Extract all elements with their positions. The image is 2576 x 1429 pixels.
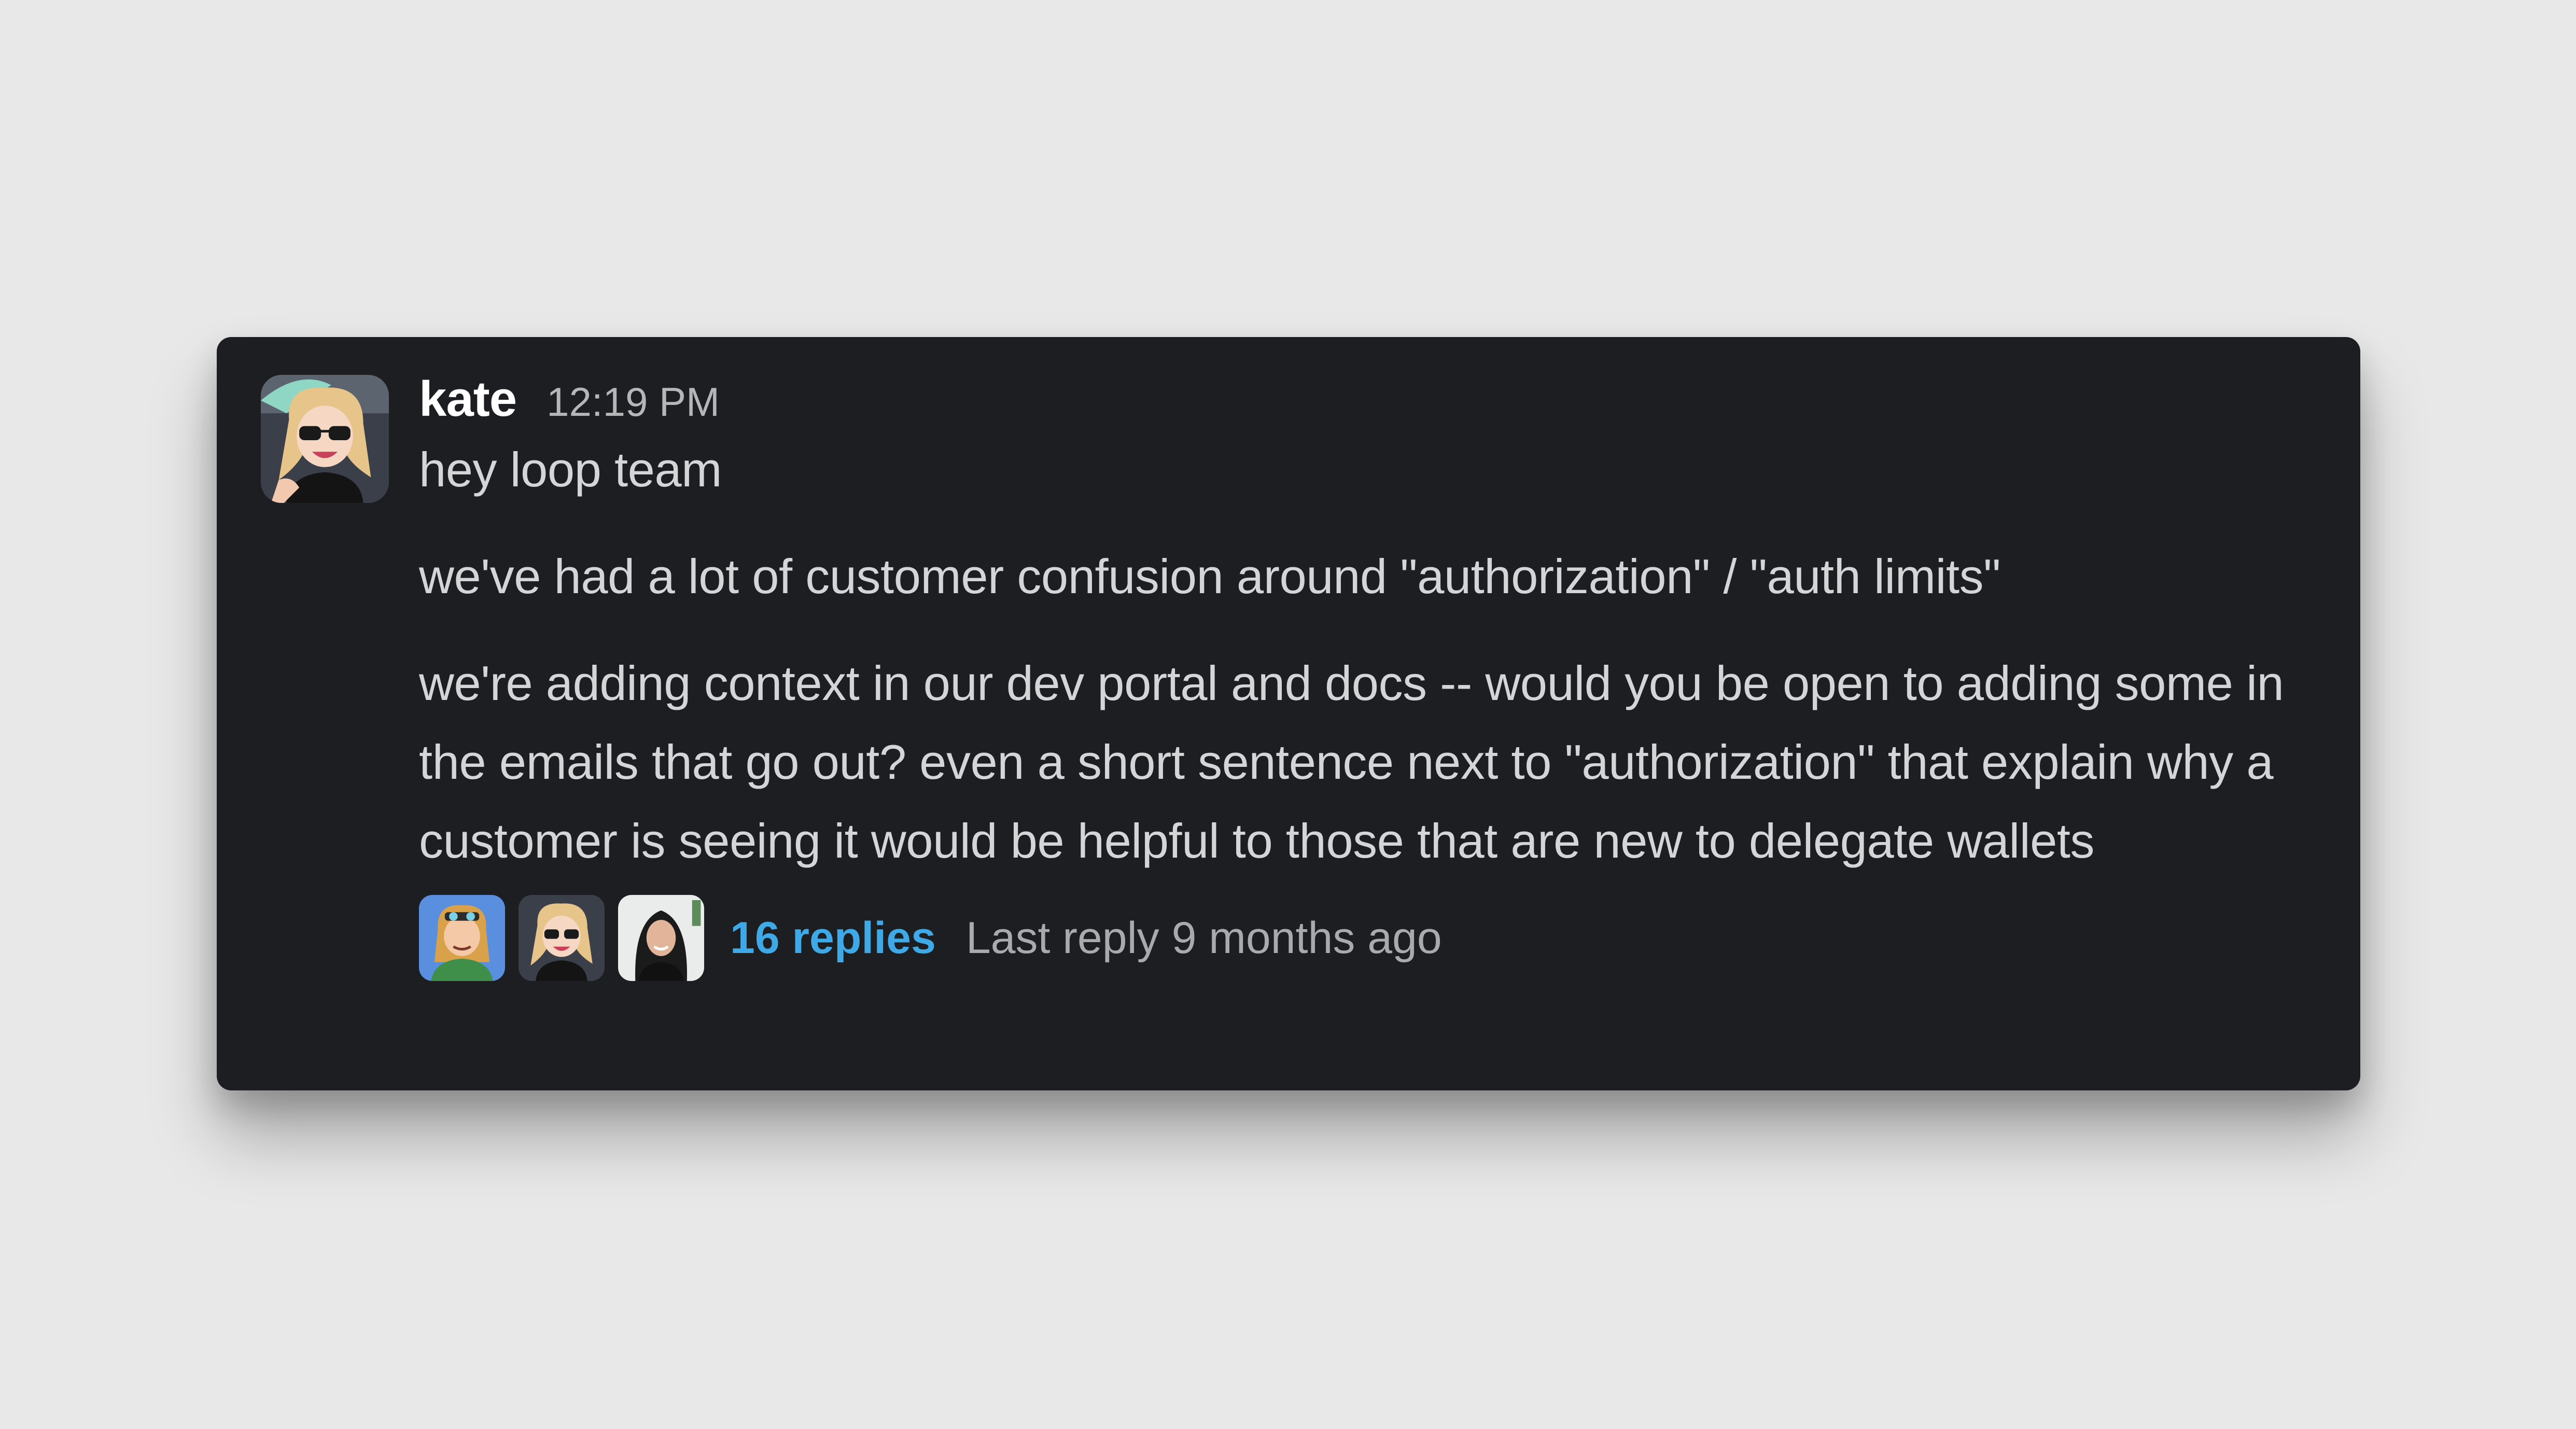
thread-participant-avatar-2 (519, 895, 605, 981)
page-stage: kate 12:19 PM hey loop team we've had a … (0, 0, 2576, 1429)
message-header: kate 12:19 PM (419, 368, 2298, 430)
message-timestamp[interactable]: 12:19 PM (547, 371, 720, 433)
replies-link[interactable]: 16 replies (730, 913, 936, 964)
message-card: kate 12:19 PM hey loop team we've had a … (217, 337, 2360, 1090)
message-line-1: hey loop team (419, 442, 722, 497)
thread-summary[interactable]: 16 replies Last reply 9 months ago (419, 894, 2298, 982)
message-line-2: we've had a lot of customer confusion ar… (419, 549, 2000, 604)
thread-participant-avatar-1 (419, 895, 505, 981)
message-content: kate 12:19 PM hey loop team we've had a … (419, 368, 2298, 982)
author-avatar[interactable] (261, 375, 389, 503)
thread-participant-avatar-3 (618, 895, 704, 981)
last-reply-text: Last reply 9 months ago (965, 913, 1442, 963)
message-line-3: we're adding context in our dev portal a… (419, 656, 2284, 868)
author-name[interactable]: kate (419, 368, 517, 430)
